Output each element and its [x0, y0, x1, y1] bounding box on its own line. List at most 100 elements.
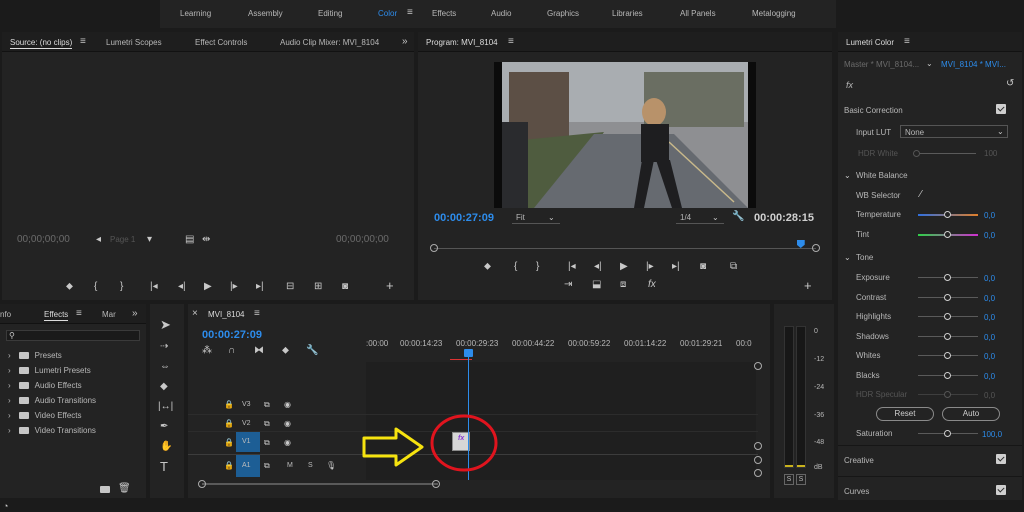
- type-tool-icon[interactable]: T: [160, 460, 168, 473]
- workspace-libraries[interactable]: Libraries: [612, 9, 643, 18]
- program-menu-icon[interactable]: ≡: [508, 37, 514, 47]
- hand-tool-icon[interactable]: ✋: [160, 442, 172, 452]
- step-back-icon[interactable]: ◂|: [178, 282, 186, 292]
- saturation-knob[interactable]: [944, 430, 951, 437]
- temperature-value[interactable]: 0,0: [984, 211, 995, 220]
- exposure-value[interactable]: 0,0: [984, 274, 995, 283]
- whites-value[interactable]: 0,0: [984, 352, 995, 361]
- microphone-icon[interactable]: 🎙: [326, 461, 336, 471]
- mark-out-icon[interactable]: }: [536, 262, 539, 272]
- go-to-in-icon[interactable]: |◂: [150, 282, 158, 292]
- hdr-specular-value[interactable]: 0,0: [984, 391, 995, 400]
- workspace-all-panels[interactable]: All Panels: [680, 9, 716, 18]
- sync-lock-icon[interactable]: ⧉: [264, 400, 270, 410]
- mark-in-icon[interactable]: {: [94, 282, 97, 292]
- eye-icon[interactable]: ◉: [284, 400, 291, 410]
- page-prev-icon[interactable]: ◂: [96, 235, 101, 245]
- mark-in-icon[interactable]: {: [514, 262, 517, 272]
- hdr-white-knob[interactable]: [913, 150, 920, 157]
- workspace-metalogging[interactable]: Metalogging: [752, 9, 796, 18]
- play-icon[interactable]: ▶: [620, 262, 628, 272]
- timeline-playhead-handle[interactable]: [464, 349, 473, 357]
- temperature-knob[interactable]: [944, 211, 951, 218]
- settings-icon[interactable]: ▤: [185, 235, 194, 245]
- sequence-tab[interactable]: MVI_8104: [208, 310, 244, 319]
- eye-icon[interactable]: ◉: [284, 438, 291, 448]
- shadows-knob[interactable]: [944, 333, 951, 340]
- track-v2-label[interactable]: V2: [242, 420, 251, 427]
- workspace-color[interactable]: Color: [378, 9, 397, 18]
- basic-correction-header[interactable]: Basic Correction: [844, 106, 903, 115]
- effects-search-input[interactable]: ⚲: [6, 330, 140, 341]
- hdr-white-value[interactable]: 100: [984, 149, 997, 158]
- page-selector[interactable]: Page 1: [110, 235, 135, 244]
- tab-markers[interactable]: Mar: [102, 310, 116, 319]
- tab-effects[interactable]: Effects: [44, 310, 69, 321]
- workspace-effects[interactable]: Effects: [432, 9, 456, 18]
- extract-icon[interactable]: ⬓: [592, 280, 601, 290]
- workspace-learning[interactable]: Learning: [180, 9, 211, 18]
- workspace-assembly[interactable]: Assembly: [248, 9, 283, 18]
- track-scroll-handle[interactable]: [754, 362, 762, 370]
- zoom-bar-right-handle[interactable]: [432, 480, 440, 488]
- linked-selection-icon[interactable]: ⧓: [254, 346, 264, 356]
- timeline-settings-icon[interactable]: 🔧: [306, 346, 318, 356]
- fit-icon[interactable]: ⇹: [202, 235, 210, 245]
- reset-effect-icon[interactable]: ↺: [1006, 79, 1014, 89]
- slip-tool-icon[interactable]: |↔|: [158, 402, 173, 412]
- track-scroll-handle[interactable]: [754, 469, 762, 477]
- reset-button[interactable]: Reset: [876, 407, 934, 421]
- tab-info[interactable]: nfo: [0, 310, 11, 319]
- status-indicator-icon[interactable]: ◔: [3, 501, 8, 511]
- effects-item-video-transitions[interactable]: › Video Transitions: [8, 426, 96, 435]
- toggle-proxies-icon[interactable]: ⧈: [620, 280, 626, 290]
- track-select-tool-icon[interactable]: ⇢: [160, 342, 168, 352]
- input-lut-dropdown[interactable]: None ⌄: [900, 125, 1008, 138]
- tint-knob[interactable]: [944, 231, 951, 238]
- workspace-audio[interactable]: Audio: [491, 9, 511, 18]
- hdr-white-slider[interactable]: [916, 153, 976, 154]
- resolution-dropdown[interactable]: 1/4 ⌄: [676, 212, 724, 224]
- comparison-view-icon[interactable]: ⧉: [730, 262, 737, 272]
- tab-effect-controls[interactable]: Effect Controls: [195, 38, 247, 47]
- exposure-knob[interactable]: [944, 274, 951, 281]
- step-forward-icon[interactable]: |▸: [230, 282, 238, 292]
- snap-icon[interactable]: ∩: [228, 346, 235, 356]
- hdr-specular-knob[interactable]: [944, 391, 951, 398]
- lock-icon[interactable]: 🔒: [224, 461, 234, 471]
- selection-tool-icon[interactable]: ➤: [160, 318, 171, 331]
- play-icon[interactable]: ▶: [204, 282, 212, 292]
- fx-toggle-icon[interactable]: fx: [648, 280, 656, 290]
- basic-correction-checkbox[interactable]: [996, 104, 1006, 114]
- go-to-out-icon[interactable]: ▸|: [256, 282, 264, 292]
- master-chevron-icon[interactable]: ⌄: [926, 59, 933, 69]
- lock-icon[interactable]: 🔒: [224, 419, 234, 429]
- track-v3-label[interactable]: V3: [242, 401, 251, 408]
- highlights-knob[interactable]: [944, 313, 951, 320]
- overwrite-icon[interactable]: ⊞: [314, 282, 322, 292]
- tab-source[interactable]: Source: (no clips): [10, 38, 73, 49]
- page-dropdown-icon[interactable]: ▾: [147, 235, 152, 245]
- track-scroll-handle[interactable]: [754, 442, 762, 450]
- insert-icon[interactable]: ⊟: [286, 282, 294, 292]
- sequence-menu-icon[interactable]: ≡: [254, 309, 260, 319]
- add-marker-icon[interactable]: ⬥: [66, 282, 73, 292]
- scrub-start-handle[interactable]: [430, 244, 438, 252]
- blacks-knob[interactable]: [944, 372, 951, 379]
- workspace-editing[interactable]: Editing: [318, 9, 342, 18]
- export-frame-icon[interactable]: ◙: [342, 282, 348, 292]
- zoom-dropdown[interactable]: Fit ⌄: [512, 212, 560, 224]
- track-a1-target[interactable]: A1: [236, 455, 260, 477]
- tint-value[interactable]: 0,0: [984, 231, 995, 240]
- workspace-menu-icon[interactable]: ≡: [407, 8, 413, 18]
- step-back-icon[interactable]: ◂|: [594, 262, 602, 272]
- solo-left-button[interactable]: S: [784, 474, 794, 485]
- curves-checkbox[interactable]: [996, 485, 1006, 495]
- razor-tool-icon[interactable]: ◆: [160, 382, 168, 392]
- auto-button[interactable]: Auto: [942, 407, 1000, 421]
- zoom-bar-left-handle[interactable]: [198, 480, 206, 488]
- sync-lock-icon[interactable]: ⧉: [264, 419, 270, 429]
- creative-header[interactable]: Creative: [844, 456, 874, 465]
- master-clip-tab[interactable]: Master * MVI_8104...: [844, 60, 919, 69]
- tone-chevron-icon[interactable]: ⌄: [844, 253, 851, 263]
